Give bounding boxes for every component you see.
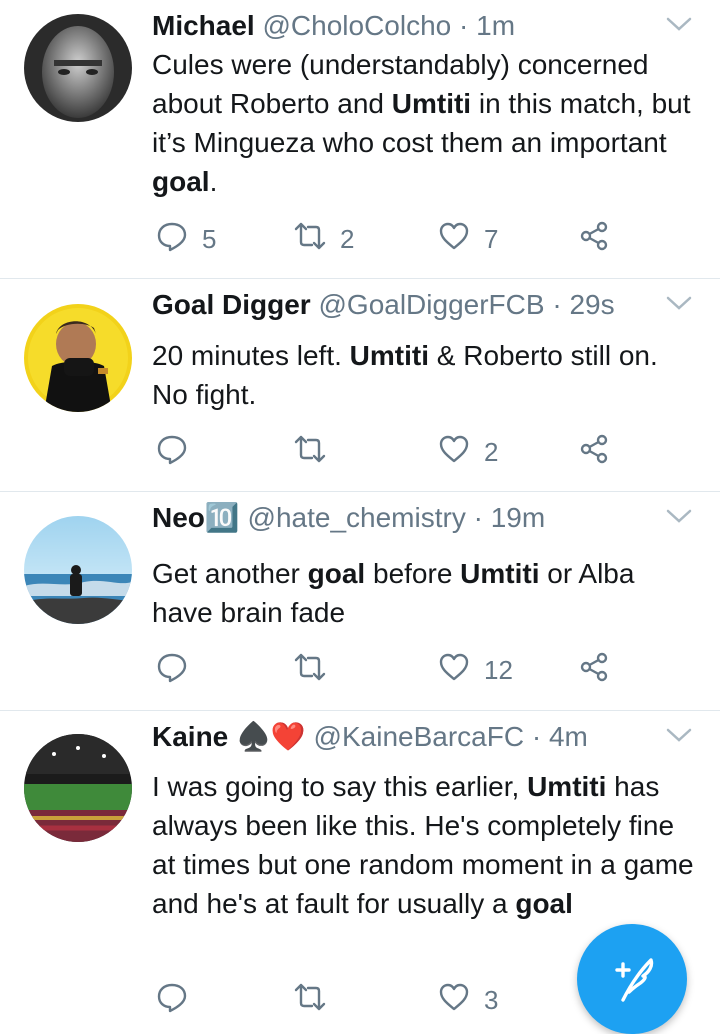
reply-button[interactable]: [156, 980, 188, 1020]
retweet-icon: [294, 981, 326, 1020]
share-icon: [578, 651, 610, 690]
like-count: 7: [484, 223, 499, 254]
like-count: 2: [484, 436, 499, 467]
retweet-button[interactable]: [294, 432, 326, 472]
retweet-button[interactable]: [294, 980, 326, 1020]
tweet-header: Goal Digger @GoalDiggerFCB · 29s: [152, 287, 650, 323]
like-button[interactable]: 12: [438, 650, 513, 690]
tweet-header: Kaine ♠️❤️ @KaineBarcaFC · 4m: [152, 719, 650, 755]
tweet-header: Michael @CholoColcho · 1m: [152, 8, 650, 44]
like-icon: [438, 651, 470, 690]
tweet-text: 20 minutes left. Umtiti & Roberto still …: [152, 340, 658, 410]
tweet-actions: 2: [152, 432, 652, 472]
timestamp[interactable]: 19m: [491, 502, 545, 533]
tweet-actions: 5 2 7: [152, 219, 652, 259]
like-button[interactable]: 2: [438, 432, 498, 472]
author-name[interactable]: Michael: [152, 10, 255, 41]
separator-dot: ·: [473, 502, 483, 533]
tweet-text: Get another goal before Umtiti or Alba h…: [152, 558, 635, 628]
separator-dot: ·: [531, 721, 542, 752]
timestamp[interactable]: 1m: [476, 10, 515, 41]
tweet[interactable]: Goal Digger @GoalDiggerFCB · 29s 20 minu…: [0, 279, 720, 492]
reply-icon: [156, 981, 188, 1020]
tweet-actions: 12: [152, 650, 652, 690]
like-icon: [438, 220, 470, 259]
chevron-down-icon[interactable]: [666, 506, 692, 526]
tweet[interactable]: Neo🔟 @hate_chemistry · 19m Get another g…: [0, 492, 720, 711]
avatar[interactable]: [24, 14, 132, 122]
retweet-icon: [294, 651, 326, 690]
retweet-button[interactable]: [294, 650, 326, 690]
timestamp[interactable]: 29s: [569, 289, 614, 320]
tweet-text: I was going to say this earlier, Umtiti …: [152, 771, 694, 919]
like-icon: [438, 433, 470, 472]
author-name[interactable]: Kaine ♠️❤️: [152, 721, 306, 752]
share-button[interactable]: [578, 219, 610, 259]
reply-icon: [156, 651, 188, 690]
like-count: 3: [484, 984, 499, 1015]
author-handle[interactable]: @KaineBarcaFC: [314, 721, 525, 752]
share-button[interactable]: [578, 432, 610, 472]
compose-tweet-button[interactable]: [577, 924, 687, 1034]
tweet[interactable]: Michael @CholoColcho · 1m Cules were (un…: [0, 0, 720, 279]
reply-button[interactable]: 5: [156, 219, 216, 259]
chevron-down-icon[interactable]: [666, 725, 692, 745]
separator-dot: ·: [552, 289, 562, 320]
retweet-icon: [294, 220, 326, 259]
author-name[interactable]: Goal Digger: [152, 289, 311, 320]
share-icon: [578, 220, 610, 259]
timestamp[interactable]: 4m: [549, 721, 588, 752]
retweet-button[interactable]: 2: [294, 219, 354, 259]
like-icon: [438, 981, 470, 1020]
retweet-count: 2: [340, 223, 355, 254]
reply-count: 5: [202, 223, 217, 254]
separator-dot: ·: [459, 10, 469, 41]
chevron-down-icon[interactable]: [666, 14, 692, 34]
reply-button[interactable]: [156, 650, 188, 690]
share-button[interactable]: [578, 650, 610, 690]
chevron-down-icon[interactable]: [666, 293, 692, 313]
like-button[interactable]: 7: [438, 219, 498, 259]
avatar[interactable]: [24, 734, 132, 842]
tweet-header: Neo🔟 @hate_chemistry · 19m: [152, 500, 650, 536]
reply-icon: [156, 220, 188, 259]
retweet-icon: [294, 433, 326, 472]
avatar[interactable]: [24, 304, 132, 412]
like-count: 12: [484, 654, 513, 685]
share-icon: [578, 433, 610, 472]
author-name[interactable]: Neo🔟: [152, 502, 240, 533]
tweet-text: Cules were (understandably) concerned ab…: [152, 49, 691, 197]
like-button[interactable]: 3: [438, 980, 498, 1020]
author-handle[interactable]: @CholoColcho: [262, 10, 451, 41]
avatar[interactable]: [24, 516, 132, 624]
reply-icon: [156, 433, 188, 472]
reply-button[interactable]: [156, 432, 188, 472]
author-handle[interactable]: @GoalDiggerFCB: [318, 289, 544, 320]
author-handle[interactable]: @hate_chemistry: [248, 502, 466, 533]
